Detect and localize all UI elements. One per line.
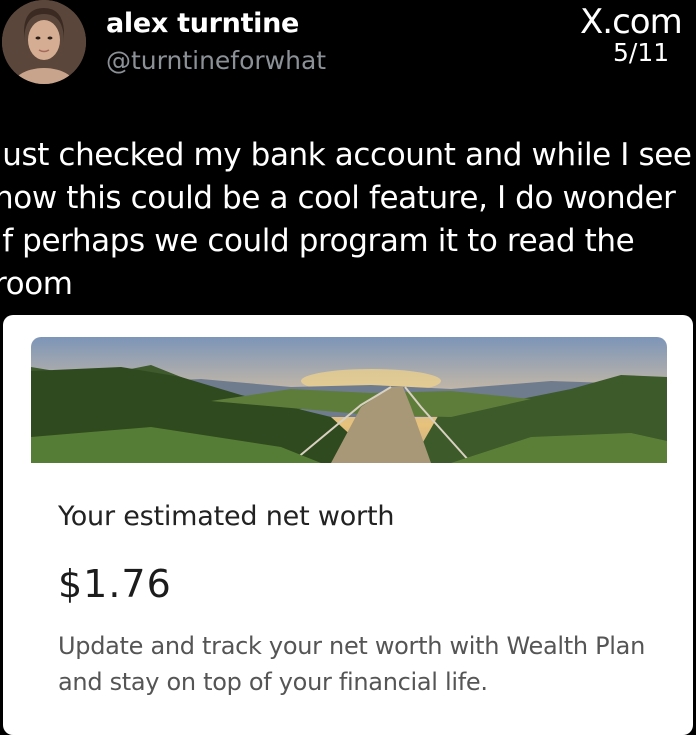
tweet-text: just checked my bank account and while I…	[0, 137, 692, 302]
author-name[interactable]: alex turntine	[106, 8, 299, 39]
net-worth-description: Update and track your net worth with Wea…	[58, 632, 645, 696]
site-logo-text: X.com	[580, 2, 683, 42]
landscape-banner-image	[31, 337, 667, 463]
page-counter: 5/11	[613, 38, 670, 67]
net-worth-value: $1.76	[58, 562, 172, 606]
net-worth-card: Your estimated net worth $1.76 Update an…	[3, 315, 693, 735]
avatar[interactable]	[2, 0, 86, 84]
x-logo-icon: X.com	[580, 2, 683, 42]
author-handle[interactable]: @turntineforwhat	[106, 46, 326, 75]
net-worth-title: Your estimated net worth	[58, 501, 395, 532]
